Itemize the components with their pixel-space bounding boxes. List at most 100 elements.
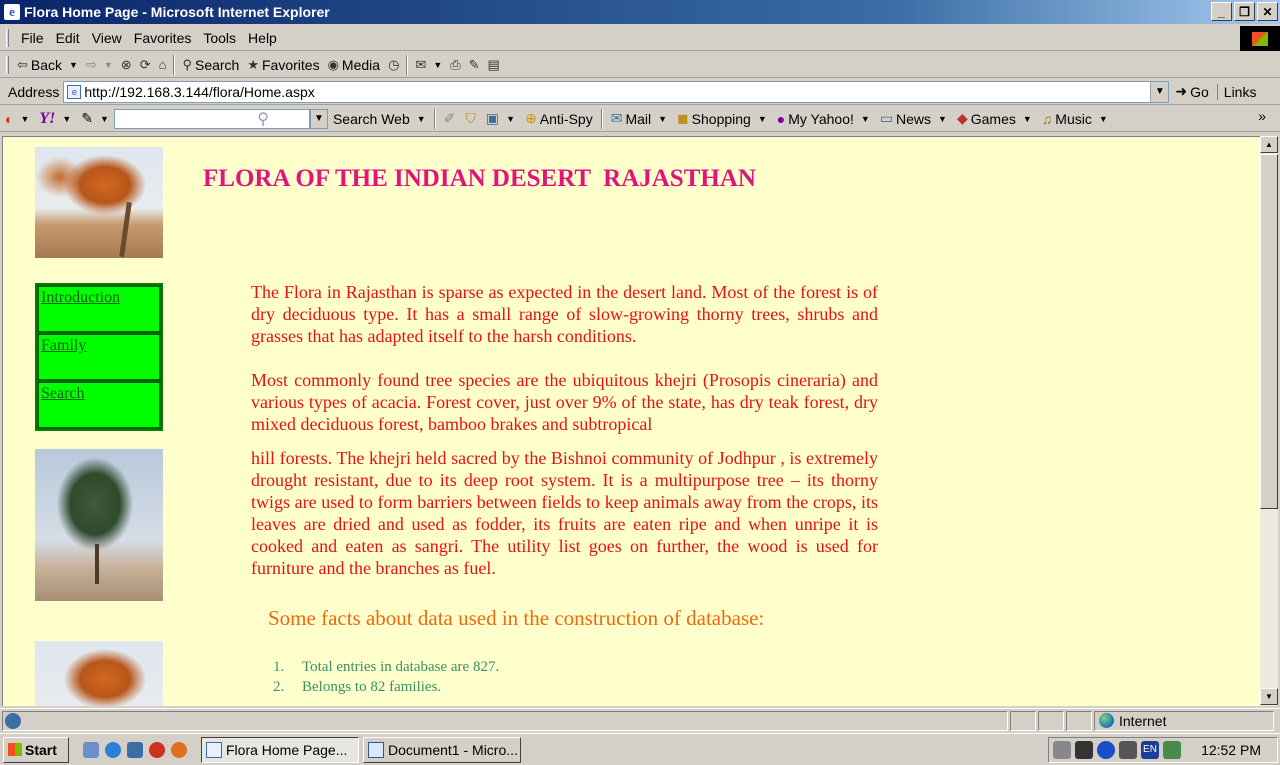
toolbar-separator bbox=[173, 54, 176, 75]
chevron-down-icon[interactable]: ▼ bbox=[938, 114, 947, 124]
forward-arrow-icon: ⇨ bbox=[85, 56, 97, 72]
media-button[interactable]: ◉ Media bbox=[324, 57, 384, 73]
print-button[interactable]: ⎙ bbox=[446, 57, 464, 73]
close-button[interactable]: ✕ bbox=[1257, 2, 1278, 21]
vertical-scrollbar[interactable]: ▲ ▼ bbox=[1260, 136, 1278, 706]
shield-icon: ⛉ bbox=[465, 110, 476, 126]
search-link[interactable]: Search bbox=[41, 385, 85, 402]
status-cell bbox=[1038, 710, 1064, 731]
volume-icon[interactable] bbox=[1053, 741, 1071, 759]
menu-tools[interactable]: Tools bbox=[197, 30, 242, 46]
taskbar: Start Flora Home Page... Document1 - Mic… bbox=[0, 733, 1280, 765]
highlight-button[interactable]: ✎ ▼ bbox=[76, 110, 114, 127]
address-url[interactable]: http://192.168.3.144/flora/Home.aspx bbox=[84, 84, 314, 100]
popup-blocker-button[interactable]: ⛉ bbox=[460, 110, 481, 127]
chevron-down-icon[interactable]: ▼ bbox=[20, 114, 29, 124]
menu-edit[interactable]: Edit bbox=[50, 30, 86, 46]
outlook-icon[interactable] bbox=[127, 741, 143, 758]
start-button[interactable]: Start bbox=[3, 736, 69, 763]
discuss-button[interactable]: ▤ bbox=[484, 57, 504, 73]
title-bar[interactable]: e Flora Home Page - Microsoft Internet E… bbox=[0, 0, 1280, 24]
chevron-down-icon[interactable]: ▼ bbox=[758, 114, 767, 124]
globe-icon bbox=[1099, 713, 1114, 728]
chevron-down-icon[interactable]: ▼ bbox=[1099, 114, 1108, 124]
media-player-icon[interactable] bbox=[149, 741, 165, 758]
anti-spy-button[interactable]: ⊕ Anti-Spy bbox=[520, 110, 598, 127]
runner-icon[interactable] bbox=[1075, 741, 1093, 759]
taskbar-item-document[interactable]: Document1 - Micro... bbox=[363, 736, 521, 763]
shopping-button[interactable]: ◼ Shopping ▼ bbox=[672, 110, 772, 127]
scroll-down-button[interactable]: ▼ bbox=[1260, 688, 1278, 705]
network-icon[interactable] bbox=[1119, 741, 1137, 759]
history-button[interactable]: ◷ bbox=[384, 57, 403, 73]
toolbar-grip[interactable] bbox=[6, 55, 9, 74]
home-button[interactable]: ⌂ bbox=[155, 57, 171, 72]
chevron-down-icon[interactable]: ▼ bbox=[506, 114, 515, 124]
chevron-down-icon[interactable]: ▼ bbox=[69, 60, 78, 70]
yahoo-search-dropdown[interactable]: ▼ bbox=[309, 108, 328, 129]
back-arrow-icon: ⇦ bbox=[17, 56, 28, 72]
menu-view[interactable]: View bbox=[86, 30, 128, 46]
music-button[interactable]: ♫ Music ▼ bbox=[1037, 111, 1113, 127]
back-button[interactable]: ⇦ Back ▼ bbox=[13, 57, 82, 73]
menu-file[interactable]: File bbox=[15, 30, 50, 46]
tray-app-icon[interactable] bbox=[1163, 741, 1181, 759]
links-button[interactable]: Links bbox=[1216, 83, 1256, 100]
scroll-thumb[interactable] bbox=[1260, 154, 1278, 509]
status-text bbox=[2, 710, 1008, 731]
menu-favorites[interactable]: Favorites bbox=[128, 30, 198, 46]
pencil-button[interactable]: ✐ bbox=[439, 110, 461, 127]
toolbar-menu-button[interactable]: ◐ ▼ bbox=[0, 111, 34, 127]
chevron-down-icon[interactable]: ▼ bbox=[658, 114, 667, 124]
toolbar-separator bbox=[600, 108, 603, 129]
search-button[interactable]: ⚲ Search bbox=[178, 57, 243, 73]
chevron-down-icon[interactable]: ▼ bbox=[861, 114, 870, 124]
yahoo-search-input[interactable]: ⚲ bbox=[113, 108, 310, 129]
favorites-button[interactable]: ★ Favorites bbox=[243, 57, 323, 73]
scroll-up-button[interactable]: ▲ bbox=[1260, 136, 1278, 153]
introduction-link[interactable]: Introduction bbox=[41, 289, 120, 306]
standard-toolbar: ⇦ Back ▼ ⇨ ▼ ⊗ ⟳ ⌂ ⚲ Search ★ Favorites … bbox=[0, 52, 1280, 78]
games-button[interactable]: ◆ Games ▼ bbox=[952, 110, 1037, 127]
mail-menu-button[interactable]: ✉ ▼ bbox=[411, 57, 446, 73]
firefox-icon[interactable] bbox=[171, 741, 187, 758]
address-input[interactable]: e http://192.168.3.144/flora/Home.aspx ▼ bbox=[63, 80, 1170, 103]
stop-button[interactable]: ⊗ bbox=[117, 57, 136, 73]
nav-item-search: Search bbox=[37, 381, 161, 429]
minimize-button[interactable]: _ bbox=[1211, 2, 1232, 21]
chevron-down-icon[interactable]: ▼ bbox=[417, 114, 426, 124]
go-arrow-icon: ➜ bbox=[1175, 83, 1188, 99]
chevron-down-icon[interactable]: ▼ bbox=[100, 114, 109, 124]
family-link[interactable]: Family bbox=[41, 337, 86, 354]
nav-item-family: Family bbox=[37, 333, 161, 381]
window-button[interactable]: ▣ ▼ bbox=[481, 110, 520, 127]
my-yahoo-button[interactable]: ● My Yahoo! ▼ bbox=[772, 111, 875, 127]
refresh-button[interactable]: ⟳ bbox=[136, 57, 155, 73]
facts-list: 1. Total entries in database are 827. 2.… bbox=[273, 657, 499, 697]
toolbar-overflow-icon[interactable]: » bbox=[1258, 108, 1266, 124]
clock[interactable]: 12:52 PM bbox=[1201, 742, 1261, 758]
favorites-icon: ★ bbox=[247, 56, 259, 72]
search-web-button[interactable]: Search Web ▼ bbox=[328, 111, 431, 127]
go-button[interactable]: ➜ Go bbox=[1175, 83, 1208, 100]
messenger-icon[interactable] bbox=[1097, 741, 1115, 759]
chevron-down-icon[interactable]: ▼ bbox=[104, 60, 113, 70]
show-desktop-icon[interactable] bbox=[83, 741, 99, 758]
news-button[interactable]: ▭ News ▼ bbox=[875, 110, 952, 127]
search-icon: ⚲ bbox=[182, 56, 192, 72]
edit-button[interactable]: ✎ bbox=[465, 57, 484, 73]
address-dropdown[interactable]: ▼ bbox=[1150, 81, 1169, 102]
maximize-button[interactable]: ❐ bbox=[1234, 2, 1255, 21]
yahoo-logo-button[interactable]: Y! ▼ bbox=[34, 110, 76, 128]
language-indicator[interactable]: EN bbox=[1141, 741, 1159, 759]
chevron-down-icon[interactable]: ▼ bbox=[62, 114, 71, 124]
page-title: FLORA OF THE INDIAN DESERT RAJASTHAN bbox=[203, 165, 756, 192]
chevron-down-icon[interactable]: ▼ bbox=[1023, 114, 1032, 124]
menu-help[interactable]: Help bbox=[242, 30, 283, 46]
taskbar-item-flora[interactable]: Flora Home Page... bbox=[201, 736, 359, 763]
toolbar-grip[interactable] bbox=[6, 29, 9, 47]
mail-button[interactable]: ✉ Mail ▼ bbox=[606, 110, 672, 127]
chevron-down-icon[interactable]: ▼ bbox=[433, 60, 442, 70]
ie-launch-icon[interactable] bbox=[105, 741, 121, 758]
forward-button[interactable]: ⇨ ▼ bbox=[82, 57, 117, 73]
